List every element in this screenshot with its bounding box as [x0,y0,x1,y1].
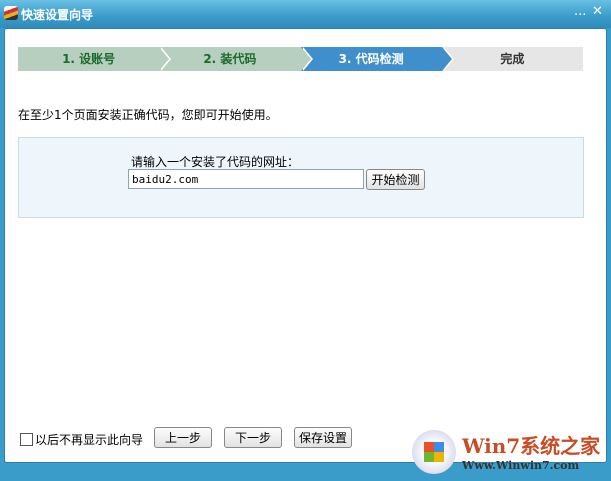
url-check-panel: 请输入一个安装了代码的网址： 开始检测 [18,137,584,218]
app-logo-icon [4,6,18,20]
watermark: Win7系统之家 Www.Winwin7.com [412,428,607,478]
intro-text: 在至少1个页面安装正确代码，您即可开始使用。 [18,108,278,122]
step-progress: 1. 设账号 2. 装代码 3. 代码检测 完成 [18,47,583,71]
watermark-title: Win7系统之家 [462,434,601,458]
checkbox-label: 以后不再显示此向导 [35,433,144,447]
close-button[interactable]: ✕ [592,4,603,19]
step-4: 完成 [441,47,583,71]
step-label: 1. 设账号 [62,52,116,66]
start-check-button[interactable]: 开始检测 [366,169,425,190]
url-label: 请输入一个安装了代码的网址： [131,155,300,169]
step-1: 1. 设账号 [18,47,172,71]
checkbox-box[interactable] [20,433,33,446]
minimize-button[interactable]: ... [574,4,586,19]
prev-button[interactable]: 上一步 [154,427,212,448]
step-label: 3. 代码检测 [338,52,404,66]
wizard-content [4,28,607,463]
step-label: 2. 装代码 [203,52,257,66]
windows-logo-icon [412,430,456,474]
window-title: 快速设置向导 [21,8,94,22]
step-2: 2. 装代码 [159,47,313,71]
dont-show-again-checkbox[interactable]: 以后不再显示此向导 [20,431,143,448]
url-input[interactable] [128,169,364,189]
step-3-active: 3. 代码检测 [300,47,454,71]
step-label: 完成 [500,52,525,66]
watermark-url: Www.Winwin7.com [462,459,580,472]
next-button[interactable]: 下一步 [224,427,282,448]
title-bar: 快速设置向导 ... ✕ [0,0,611,28]
save-settings-button[interactable]: 保存设置 [294,427,352,448]
